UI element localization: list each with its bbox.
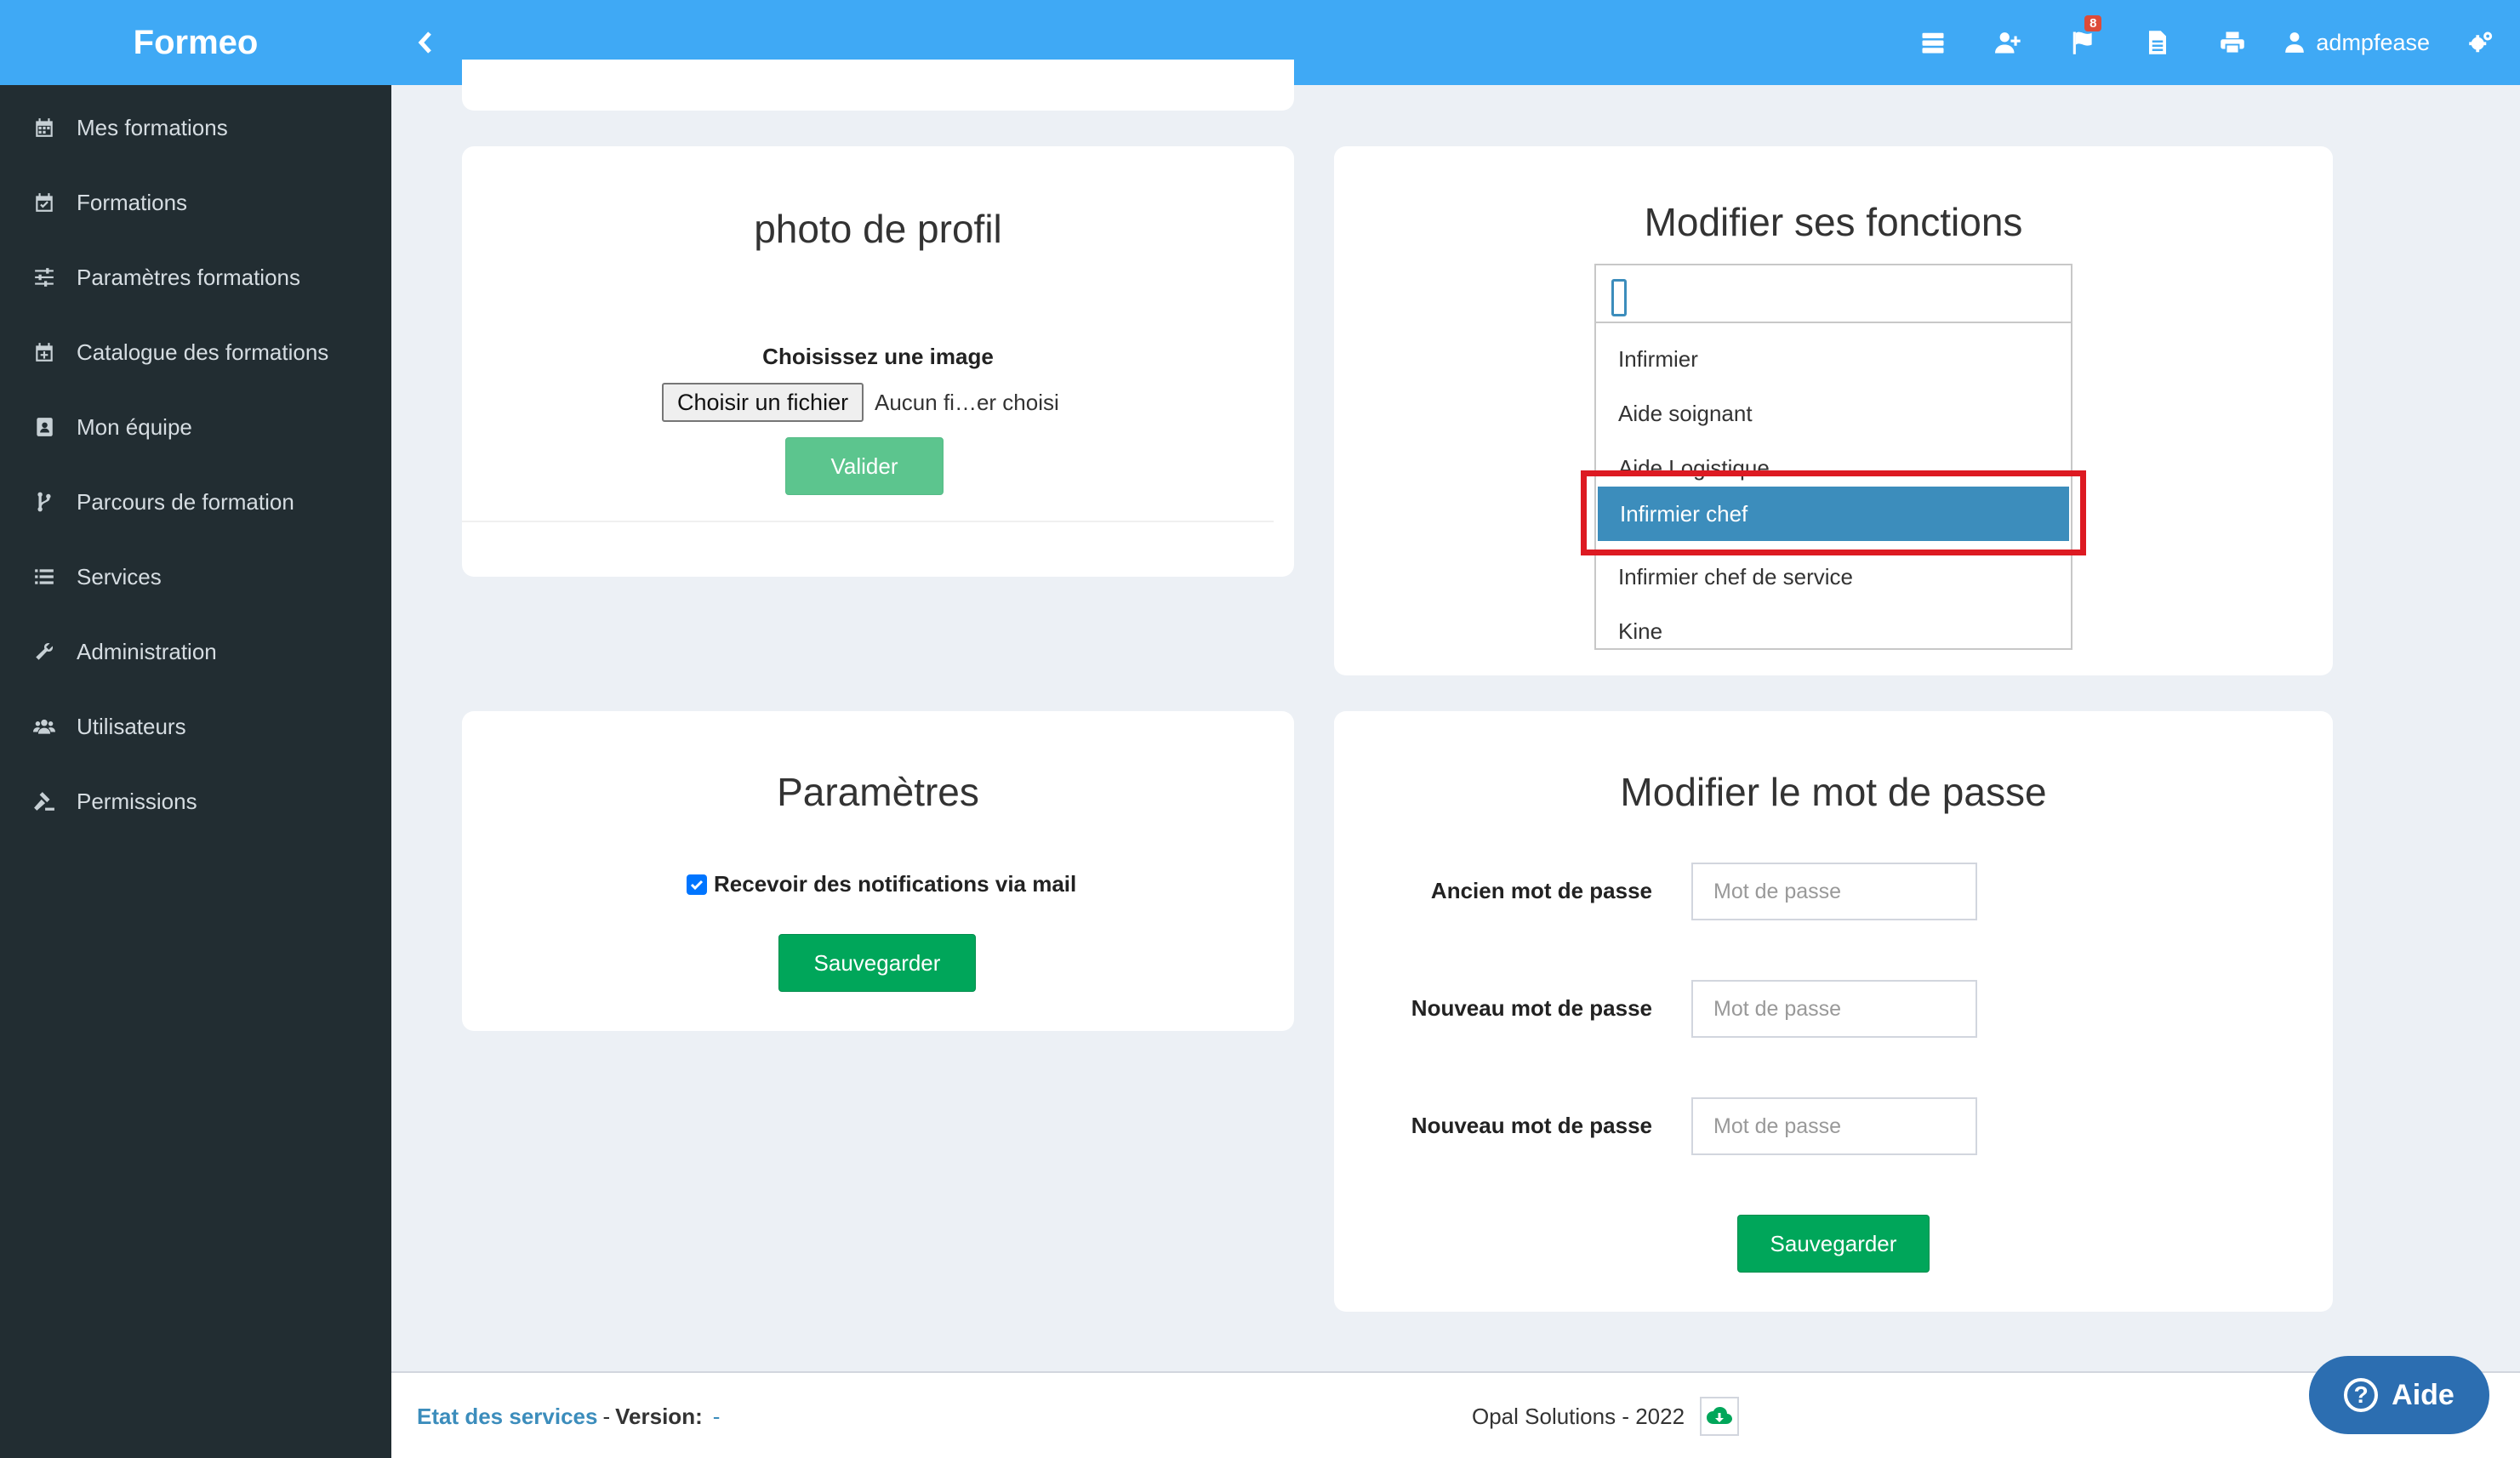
notification-badge: 8: [2084, 15, 2102, 31]
contact-book-icon: [29, 414, 60, 440]
sidebar-item-label: Formations: [77, 189, 188, 215]
highlight-box: [1581, 470, 2086, 555]
validate-button[interactable]: Valider: [785, 437, 944, 495]
notifications-button[interactable]: 8: [2045, 0, 2120, 85]
calendar-check-icon: [29, 190, 60, 215]
fonctions-title: Modifier ses fonctions: [1644, 200, 2023, 244]
password-card: Modifier le mot de passe Ancien mot de p…: [1334, 711, 2333, 1312]
sidebar-item-label: Utilisateurs: [77, 713, 186, 739]
option-kine[interactable]: Kine: [1596, 604, 2071, 658]
sidebar-item-mon-equipe[interactable]: Mon équipe: [0, 390, 391, 464]
sidebar-item-administration[interactable]: Administration: [0, 614, 391, 689]
sidebar-menu: Mes formations Formations Paramètres for…: [0, 85, 391, 839]
sidebar-item-label: Mon équipe: [77, 413, 192, 440]
password-title: Modifier le mot de passe: [1620, 770, 2047, 814]
help-label: Aide: [2392, 1378, 2454, 1411]
option-aide-soignant[interactable]: Aide soignant: [1596, 386, 2071, 441]
document-button[interactable]: [2120, 0, 2195, 85]
footer-status: Etat des services - Version: -: [417, 1373, 720, 1458]
sidebar-item-label: Services: [77, 563, 162, 589]
cloud-download-icon: [1707, 1407, 1733, 1424]
sidebar-item-label: Catalogue des formations: [77, 339, 329, 365]
code-branch-icon: [29, 489, 60, 515]
service-status-link[interactable]: Etat des services: [417, 1404, 597, 1430]
calendar-icon: [29, 115, 60, 140]
sidebar-toggle-button[interactable]: [391, 0, 459, 85]
chevron-left-icon: [418, 31, 431, 54]
checkmark-icon: [690, 880, 704, 890]
sidebar-item-parametres-formations[interactable]: Paramètres formations: [0, 240, 391, 315]
old-password-label: Ancien mot de passe: [1430, 878, 1652, 903]
version-value: -: [712, 1403, 721, 1429]
sliders-icon: [29, 265, 60, 290]
fonctions-dropdown: Infirmier Aide soignant Aide Logistique …: [1594, 264, 2072, 650]
sidebar-item-label: Permissions: [77, 788, 197, 814]
file-status: Aucun fi…er choisi: [875, 389, 1059, 415]
photo-title: photo de profil: [754, 207, 1002, 251]
file-text-icon: [2149, 31, 2167, 54]
settings-button[interactable]: [2455, 0, 2506, 85]
brand-logo[interactable]: Formeo: [0, 0, 391, 85]
question-icon: ?: [2344, 1378, 2379, 1412]
footer: Etat des services - Version: - Opal Solu…: [391, 1371, 2520, 1458]
sidebar-item-catalogue[interactable]: Catalogue des formations: [0, 315, 391, 390]
sidebar: Formeo Mes formations Formations Paramèt…: [0, 0, 391, 1458]
save-parametres-button[interactable]: Sauvegarder: [778, 934, 976, 992]
server-icon: [1922, 32, 1944, 54]
footer-copyright-area: Opal Solutions - 2022: [1472, 1373, 1740, 1458]
divider: [462, 521, 1274, 522]
navbar-actions: 8 admpfease: [1896, 0, 2520, 85]
old-password-input[interactable]: Mot de passe: [1691, 863, 1977, 920]
copyright: Opal Solutions - 2022: [1472, 1403, 1685, 1429]
save-password-button[interactable]: Sauvegarder: [1737, 1215, 1930, 1273]
sidebar-item-formations[interactable]: Formations: [0, 165, 391, 240]
version-label: Version:: [615, 1403, 703, 1429]
file-chooser-button[interactable]: Choisir un fichier: [662, 383, 864, 422]
notification-option: Recevoir des notifications via mail: [687, 871, 1076, 897]
option-infirmier[interactable]: Infirmier: [1596, 332, 2071, 386]
sidebar-item-label: Administration: [77, 638, 217, 664]
sidebar-item-permissions[interactable]: Permissions: [0, 764, 391, 839]
print-icon: [2221, 31, 2245, 54]
list-icon: [29, 564, 60, 589]
parametres-title: Paramètres: [777, 770, 979, 814]
sidebar-item-parcours[interactable]: Parcours de formation: [0, 464, 391, 539]
user-menu[interactable]: admpfease: [2270, 0, 2455, 85]
confirm-password-label: Nouveau mot de passe: [1411, 1113, 1652, 1138]
notifications-label: Recevoir des notifications via mail: [714, 871, 1077, 897]
calendar-plus-icon: [29, 339, 60, 365]
cloud-download-button[interactable]: [1700, 1397, 1740, 1436]
gavel-icon: [29, 789, 60, 814]
users-icon: [29, 714, 60, 739]
choose-image-label: Choisissez une image: [762, 344, 994, 369]
add-user-button[interactable]: [1970, 0, 2045, 85]
sidebar-item-label: Mes formations: [77, 114, 228, 140]
help-button[interactable]: ? Aide: [2309, 1356, 2489, 1434]
user-plus-icon: [1995, 32, 2021, 54]
fonctions-search-input[interactable]: [1596, 265, 2071, 323]
username: admpfease: [2316, 29, 2430, 55]
parametres-card: Paramètres Recevoir des notifications vi…: [462, 711, 1294, 1031]
separator: -: [602, 1403, 611, 1429]
confirm-password-input[interactable]: Mot de passe: [1691, 1097, 1977, 1155]
new-password-label: Nouveau mot de passe: [1411, 995, 1652, 1021]
server-button[interactable]: [1896, 0, 1970, 85]
cogs-icon: [2469, 31, 2493, 53]
sidebar-item-mes-formations[interactable]: Mes formations: [0, 90, 391, 165]
text-cursor: [1611, 279, 1627, 316]
sidebar-item-label: Parcours de formation: [77, 488, 294, 515]
wrench-icon: [29, 639, 60, 664]
option-infirmier-chef-de-service[interactable]: Infirmier chef de service: [1596, 550, 2071, 604]
previous-card: [462, 60, 1294, 111]
sidebar-item-services[interactable]: Services: [0, 539, 391, 614]
user-icon: [2285, 32, 2305, 53]
photo-card: photo de profil Choisissez une image Cho…: [462, 146, 1294, 577]
sidebar-item-label: Paramètres formations: [77, 264, 300, 290]
print-button[interactable]: [2195, 0, 2270, 85]
notifications-checkbox[interactable]: [687, 874, 707, 895]
sidebar-item-utilisateurs[interactable]: Utilisateurs: [0, 689, 391, 764]
new-password-input[interactable]: Mot de passe: [1691, 980, 1977, 1038]
flag-icon: [2073, 31, 2093, 54]
